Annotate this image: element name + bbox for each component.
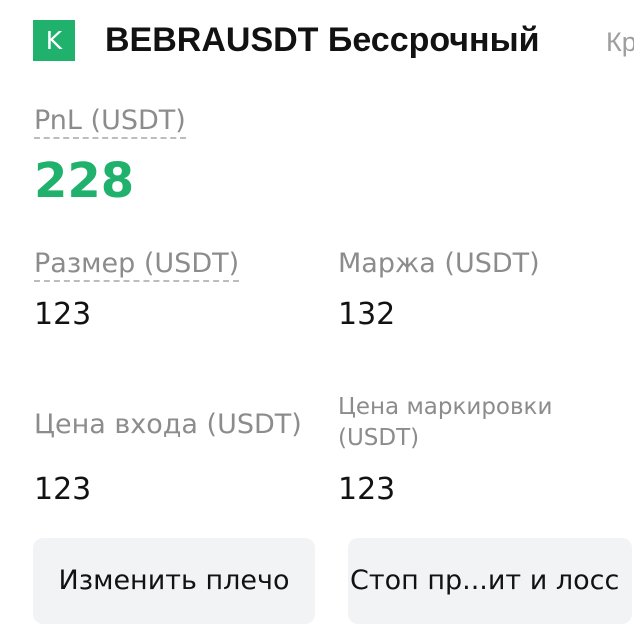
pnl-label[interactable]: PnL (USDT) bbox=[34, 103, 186, 139]
mark-price-value: 123 bbox=[338, 472, 396, 507]
mark-price-label: Цена маркировки (USDT) bbox=[338, 394, 553, 451]
tp-sl-button[interactable]: Стоп пр...ит и лосс bbox=[348, 538, 632, 624]
pnl-label-text: PnL (USDT) bbox=[34, 105, 186, 139]
margin-mode-tag: Кр bbox=[606, 27, 634, 57]
entry-price-value: 123 bbox=[34, 472, 92, 507]
change-leverage-button[interactable]: Изменить плечо bbox=[33, 538, 315, 624]
margin-label: Маржа (USDT) bbox=[338, 248, 540, 279]
position-side-badge: K bbox=[33, 20, 75, 61]
size-label[interactable]: Размер (USDT) bbox=[34, 246, 240, 282]
position-header: K BEBRAUSDT Бессрочный Кр bbox=[0, 0, 634, 84]
margin-value: 132 bbox=[338, 297, 396, 332]
entry-price-label: Цена входа (USDT) bbox=[34, 409, 302, 440]
size-label-text: Размер (USDT) bbox=[34, 248, 240, 282]
position-card: K BEBRAUSDT Бессрочный Кр PnL (USDT) 228… bbox=[0, 0, 634, 634]
pnl-value: 228 bbox=[34, 153, 135, 209]
size-value: 123 bbox=[34, 297, 92, 332]
symbol-title[interactable]: BEBRAUSDT Бессрочный bbox=[105, 16, 540, 64]
